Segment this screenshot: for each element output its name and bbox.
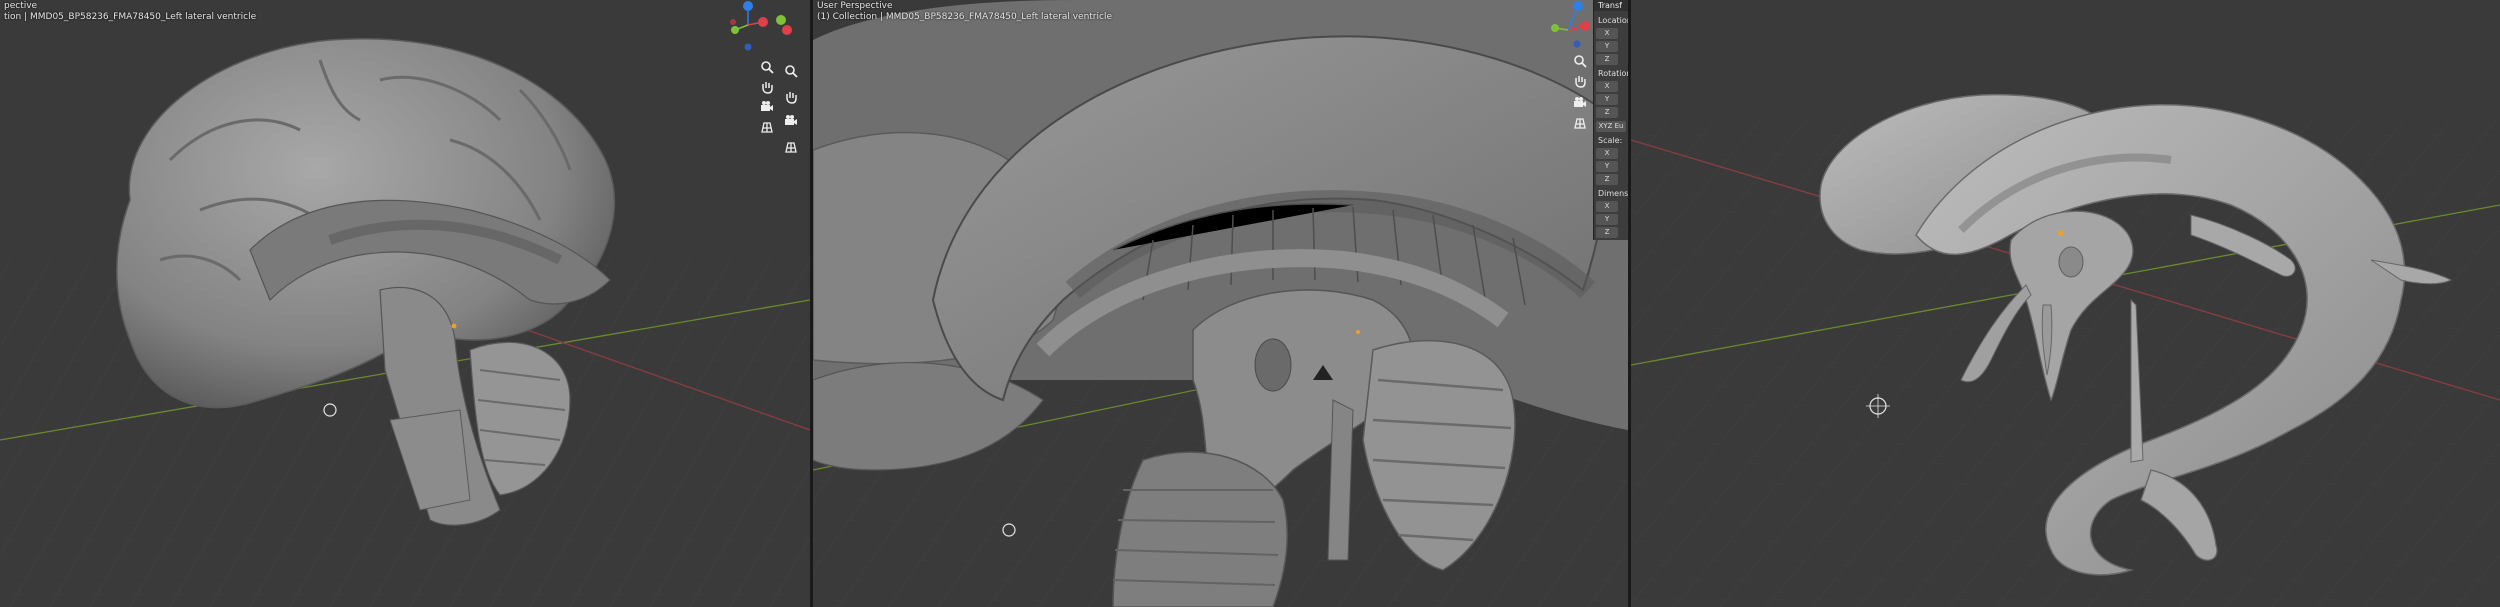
scale-y-field[interactable]: Y: [1596, 161, 1618, 172]
viewport-collection-label: (1) Collection | MMD05_BP58236_FMA78450_…: [817, 12, 1112, 22]
origin-dot: [2058, 230, 2064, 236]
rotation-x-field[interactable]: X: [1596, 81, 1618, 92]
viewport-center[interactable]: User Perspective (1) Collection | MMD05_…: [813, 0, 1628, 607]
dimensions-x-field[interactable]: X: [1596, 201, 1618, 212]
gizmo-y-axis-icon[interactable]: [1551, 24, 1559, 32]
rotation-z-field[interactable]: Z: [1596, 107, 1618, 118]
zoom-icon[interactable]: [758, 58, 776, 76]
location-x-field[interactable]: X: [1596, 28, 1618, 39]
gizmo-z-axis-icon[interactable]: [1573, 1, 1583, 11]
gizmo-y-axis-icon[interactable]: [731, 26, 739, 34]
camera-icon[interactable]: [782, 112, 800, 130]
grid-icon[interactable]: [1571, 114, 1589, 132]
gizmo-x-axis-icon[interactable]: [1580, 21, 1590, 31]
location-z-field[interactable]: Z: [1596, 54, 1618, 65]
origin-dot: [1356, 330, 1360, 334]
orientation-gizmo[interactable]: [725, 0, 795, 60]
rotation-mode-select[interactable]: XYZ Eu: [1596, 121, 1626, 132]
zoom-icon[interactable]: [1571, 52, 1589, 70]
grid-icon[interactable]: [782, 138, 800, 156]
pan-hand-icon[interactable]: [1571, 72, 1589, 90]
viewport-right[interactable]: [1631, 0, 2500, 607]
dimensions-y-field[interactable]: Y: [1596, 214, 1618, 225]
zoom-icon[interactable]: [782, 62, 800, 80]
rotation-y-field[interactable]: Y: [1596, 94, 1618, 105]
origin-dot: [451, 323, 457, 329]
scale-z-field[interactable]: Z: [1596, 174, 1618, 185]
viewport-right-canvas[interactable]: [1631, 0, 2500, 607]
dimensions-z-field[interactable]: Z: [1596, 227, 1618, 238]
grid-icon[interactable]: [758, 118, 776, 136]
scale-x-field[interactable]: X: [1596, 148, 1618, 159]
gizmo-x-axis-icon[interactable]: [758, 17, 768, 27]
pan-hand-icon[interactable]: [782, 88, 800, 106]
camera-icon[interactable]: [758, 98, 776, 116]
viewport-center-canvas[interactable]: [813, 0, 1628, 607]
scale-label: Scale:: [1598, 136, 1623, 145]
location-y-field[interactable]: Y: [1596, 41, 1618, 52]
transform-panel-header[interactable]: Transf: [1594, 0, 1629, 11]
gizmo-z-axis-icon[interactable]: [743, 1, 753, 11]
viewport-left-canvas[interactable]: [0, 0, 810, 607]
camera-icon[interactable]: [1571, 94, 1589, 112]
viewport-left[interactable]: pective tion | MMD05_BP58236_FMA78450_Le…: [0, 0, 810, 607]
viewport-collection-label: tion | MMD05_BP58236_FMA78450_Left later…: [4, 12, 257, 22]
transform-panel[interactable]: Transf Location: X Y Z Rotation: X Y Z X…: [1593, 0, 1635, 240]
pan-hand-icon[interactable]: [758, 78, 776, 96]
